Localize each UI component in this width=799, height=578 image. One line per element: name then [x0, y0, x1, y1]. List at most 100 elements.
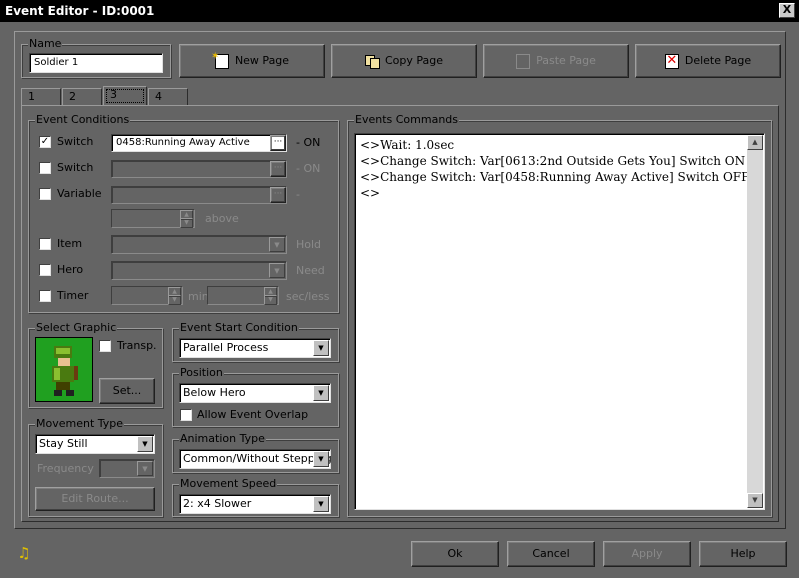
paste-page-button[interactable]: Paste Page [483, 44, 629, 78]
switch1-suffix: - ON [296, 136, 321, 149]
command-line[interactable]: <>Change Switch: Var[0613:2nd Outside Ge… [360, 153, 749, 169]
item-label: Item [57, 237, 83, 250]
window-title: Event Editor - ID:0001 [5, 4, 155, 18]
switch1-label: Switch [57, 135, 94, 148]
timer-label: Timer [57, 289, 89, 302]
commands-list[interactable]: <>Wait: 1.0sec <>Change Switch: Var[0613… [354, 133, 765, 510]
hero-suffix: Need [296, 264, 325, 277]
copy-page-icon [364, 54, 380, 69]
chevron-down-icon: ▼ [269, 237, 285, 252]
timer-sec-spinner[interactable]: ▲ ▼ [207, 286, 279, 305]
copy-page-button[interactable]: Copy Page [331, 44, 477, 78]
animation-type-label: Animation Type [179, 432, 266, 446]
spin-down-icon[interactable]: ▼ [168, 295, 181, 305]
hero-dropdown[interactable]: ▼ [111, 261, 287, 280]
copy-page-label: Copy Page [384, 54, 444, 67]
help-button[interactable]: Help [699, 541, 787, 567]
switch2-checkbox[interactable] [39, 162, 51, 174]
new-page-button[interactable]: ✶ New Page [179, 44, 325, 78]
chevron-down-icon: ▼ [313, 451, 329, 467]
set-graphic-button[interactable]: Set... [99, 378, 155, 404]
delete-page-label: Delete Page [684, 54, 752, 67]
variable-browse-button[interactable]: ··· [270, 187, 286, 203]
hero-label: Hero [57, 263, 84, 276]
timer-checkbox[interactable] [39, 290, 51, 302]
variable-checkbox[interactable] [39, 188, 51, 200]
close-icon[interactable]: X [779, 3, 795, 18]
command-line[interactable]: <> [360, 185, 749, 201]
name-label: Name [28, 37, 63, 51]
animation-type-value: Common/Without Stepping [183, 452, 332, 465]
timer-min-spinner[interactable]: ▲ ▼ [111, 286, 183, 305]
command-line[interactable]: <>Wait: 1.0sec [360, 137, 749, 153]
animation-type-dropdown[interactable]: Common/Without Stepping ▼ [179, 449, 332, 469]
chevron-down-icon: ▼ [269, 263, 285, 278]
switch2-field[interactable] [111, 160, 287, 178]
transparent-checkbox[interactable] [99, 340, 111, 352]
soldier-sprite-icon [52, 346, 78, 396]
event-name-input[interactable]: Soldier 1 [29, 53, 163, 73]
commands-scrollbar[interactable]: ▲ ▼ [747, 135, 763, 508]
allow-overlap-label: Allow Event Overlap [197, 408, 309, 421]
music-note-icon[interactable]: ♫ [16, 545, 32, 561]
frequency-label: Frequency [37, 462, 94, 475]
tab-4[interactable]: 4 [148, 88, 188, 106]
chevron-down-icon: ▼ [313, 385, 329, 401]
command-line[interactable]: <>Change Switch: Var[0458:Running Away A… [360, 169, 749, 185]
ok-button[interactable]: Ok [411, 541, 499, 567]
transparent-label: Transp. [117, 339, 157, 352]
start-condition-label: Event Start Condition [179, 321, 299, 335]
timer-min-label: min [188, 290, 209, 303]
timer-sec-label: sec/less [286, 290, 330, 303]
scroll-up-icon[interactable]: ▲ [747, 135, 763, 150]
switch2-suffix: - ON [296, 162, 321, 175]
item-dropdown[interactable]: ▼ [111, 235, 287, 254]
movement-type-label: Movement Type [35, 417, 125, 431]
sprite-preview[interactable] [35, 337, 93, 402]
apply-button[interactable]: Apply [603, 541, 691, 567]
switch1-browse-button[interactable]: ··· [270, 135, 286, 151]
scroll-down-icon[interactable]: ▼ [747, 493, 763, 508]
event-conditions-label: Event Conditions [35, 113, 131, 127]
switch1-field[interactable]: 0458:Running Away Active [111, 134, 287, 152]
variable-suffix: - [296, 188, 300, 201]
paste-page-label: Paste Page [536, 54, 596, 67]
allow-overlap-checkbox[interactable] [180, 409, 192, 421]
window-titlebar: Event Editor - ID:0001 [0, 0, 799, 22]
tab-2[interactable]: 2 [62, 88, 102, 106]
select-graphic-label: Select Graphic [35, 321, 118, 335]
movement-type-dropdown[interactable]: Stay Still ▼ [35, 434, 155, 454]
movement-speed-value: 2: x4 Slower [183, 497, 252, 510]
delete-page-button[interactable]: ✕ Delete Page [635, 44, 781, 78]
movement-speed-label: Movement Speed [179, 477, 278, 491]
cancel-button[interactable]: Cancel [507, 541, 595, 567]
variable-label: Variable [57, 187, 102, 200]
spin-down-icon[interactable]: ▼ [180, 218, 193, 228]
switch1-value: 0458:Running Away Active [116, 137, 250, 148]
position-value: Below Hero [183, 386, 246, 399]
item-suffix: Hold [296, 238, 322, 251]
variable-value-spinner[interactable]: ▲ ▼ [111, 209, 195, 228]
position-dropdown[interactable]: Below Hero ▼ [179, 383, 331, 403]
movement-speed-dropdown[interactable]: 2: x4 Slower ▼ [179, 494, 331, 514]
tab-1[interactable]: 1 [21, 88, 61, 106]
delete-page-icon: ✕ [664, 52, 679, 69]
position-label: Position [179, 366, 224, 380]
chevron-down-icon: ▼ [137, 436, 153, 452]
hero-checkbox[interactable] [39, 264, 51, 276]
chevron-down-icon: ▼ [313, 340, 329, 356]
frequency-dropdown[interactable]: ▼ [99, 459, 155, 478]
events-commands-label: Events Commands [354, 113, 460, 127]
item-checkbox[interactable] [39, 238, 51, 250]
chevron-down-icon: ▼ [137, 461, 153, 476]
tab-3[interactable]: 3 [103, 86, 147, 106]
switch2-browse-button[interactable]: ··· [270, 161, 286, 177]
above-label: above [205, 212, 239, 225]
switch1-checkbox[interactable]: ✓ [39, 136, 51, 148]
edit-route-button[interactable]: Edit Route... [35, 487, 155, 511]
spin-down-icon[interactable]: ▼ [264, 295, 277, 305]
start-condition-dropdown[interactable]: Parallel Process ▼ [179, 338, 331, 358]
start-condition-value: Parallel Process [183, 341, 269, 354]
switch2-label: Switch [57, 161, 94, 174]
variable-field[interactable] [111, 186, 287, 204]
